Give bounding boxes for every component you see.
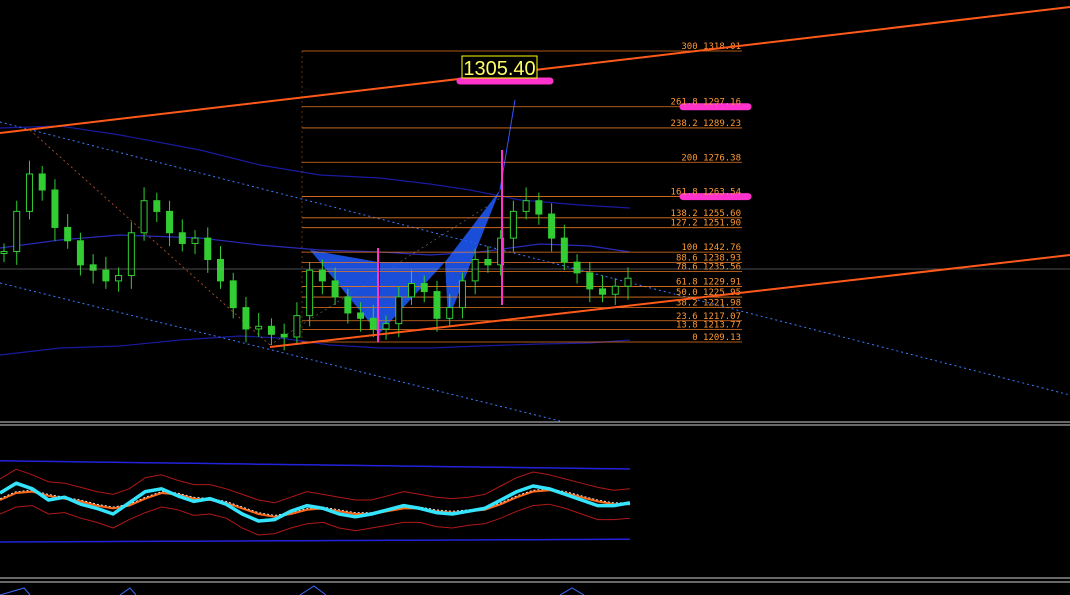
candle-body bbox=[624, 277, 632, 287]
candle-body bbox=[204, 237, 212, 260]
candle-body bbox=[76, 240, 84, 266]
candle-body bbox=[267, 325, 275, 335]
fib-level-label: 127.2 1251.90 bbox=[671, 219, 741, 229]
price-chart: 300 1318.01261.8 1297.16238.2 1289.23200… bbox=[0, 6, 1070, 595]
fib-level-label: 238.2 1289.23 bbox=[671, 119, 741, 129]
oscillator-upper-level bbox=[0, 460, 631, 470]
candle-body bbox=[64, 226, 72, 242]
candle-body bbox=[560, 237, 568, 263]
candle-body bbox=[471, 258, 479, 282]
candle-body bbox=[153, 200, 161, 212]
candle-body bbox=[216, 258, 224, 282]
fib-level-label: 100 1242.76 bbox=[681, 243, 741, 253]
candle-body bbox=[458, 280, 466, 309]
candle-body bbox=[38, 173, 46, 191]
candle-body bbox=[51, 189, 59, 228]
candle-body bbox=[611, 285, 619, 295]
candle-body bbox=[446, 307, 454, 319]
candle-body bbox=[586, 272, 594, 290]
fib-level-label: 78.6 1235.56 bbox=[676, 262, 741, 272]
candle-body bbox=[306, 269, 314, 317]
candle-body bbox=[433, 291, 441, 319]
candle-body bbox=[242, 307, 250, 330]
candle-body bbox=[318, 269, 326, 282]
candle-body bbox=[408, 283, 416, 298]
fib-level-label: 161.8 1263.54 bbox=[671, 188, 741, 198]
lower-band bbox=[0, 335, 631, 356]
dotted-channel-upper bbox=[0, 121, 1070, 396]
oscillator-lower-level bbox=[0, 538, 630, 543]
candle-body bbox=[102, 269, 110, 282]
bottom-indicator-panel bbox=[0, 585, 585, 595]
candle-body bbox=[25, 173, 33, 212]
candle-body bbox=[89, 264, 97, 271]
candle-body bbox=[509, 210, 517, 239]
fib-level-label: 0 1209.13 bbox=[692, 333, 741, 343]
candle-body bbox=[166, 210, 174, 234]
candle-body bbox=[535, 200, 543, 215]
fib-level-label: 61.8 1229.91 bbox=[676, 277, 741, 287]
pattern-triangle-bcd bbox=[445, 190, 500, 320]
candle-body bbox=[13, 210, 21, 252]
oscillator-main-line bbox=[0, 481, 631, 523]
candle-body bbox=[395, 296, 403, 325]
candle-body bbox=[522, 200, 530, 212]
candle-body bbox=[255, 325, 263, 330]
candle-body bbox=[229, 280, 237, 309]
oscillator-panel bbox=[0, 460, 631, 543]
candle-body bbox=[0, 250, 8, 254]
projected-price-label: 1305.40 bbox=[463, 58, 535, 80]
candle-body bbox=[178, 232, 186, 244]
fib-level-label: 261.8 1297.16 bbox=[671, 98, 741, 108]
candlestick-series bbox=[0, 160, 1070, 351]
candle-body bbox=[382, 323, 390, 330]
bottom-indicator-line bbox=[0, 585, 585, 595]
candle-body bbox=[369, 317, 377, 330]
candle-body bbox=[191, 237, 199, 244]
fib-level-label: 138.2 1255.60 bbox=[671, 209, 741, 219]
candle-body bbox=[293, 315, 301, 338]
candle-body bbox=[280, 333, 288, 338]
candle-body bbox=[599, 288, 607, 295]
candle-body bbox=[140, 200, 148, 234]
candle-body bbox=[573, 261, 581, 274]
candle-body bbox=[331, 280, 339, 298]
candle-body bbox=[484, 258, 492, 266]
candle-body bbox=[548, 213, 556, 239]
candle-body bbox=[115, 275, 123, 282]
candle-body bbox=[344, 296, 352, 314]
fib-level-label: 13.8 1213.77 bbox=[676, 321, 741, 331]
candle-body bbox=[420, 283, 428, 293]
fib-level-label: 200 1276.38 bbox=[681, 153, 741, 163]
candle-body bbox=[357, 312, 365, 319]
upper-band bbox=[0, 125, 631, 209]
dotted-channel-lower bbox=[0, 282, 561, 422]
